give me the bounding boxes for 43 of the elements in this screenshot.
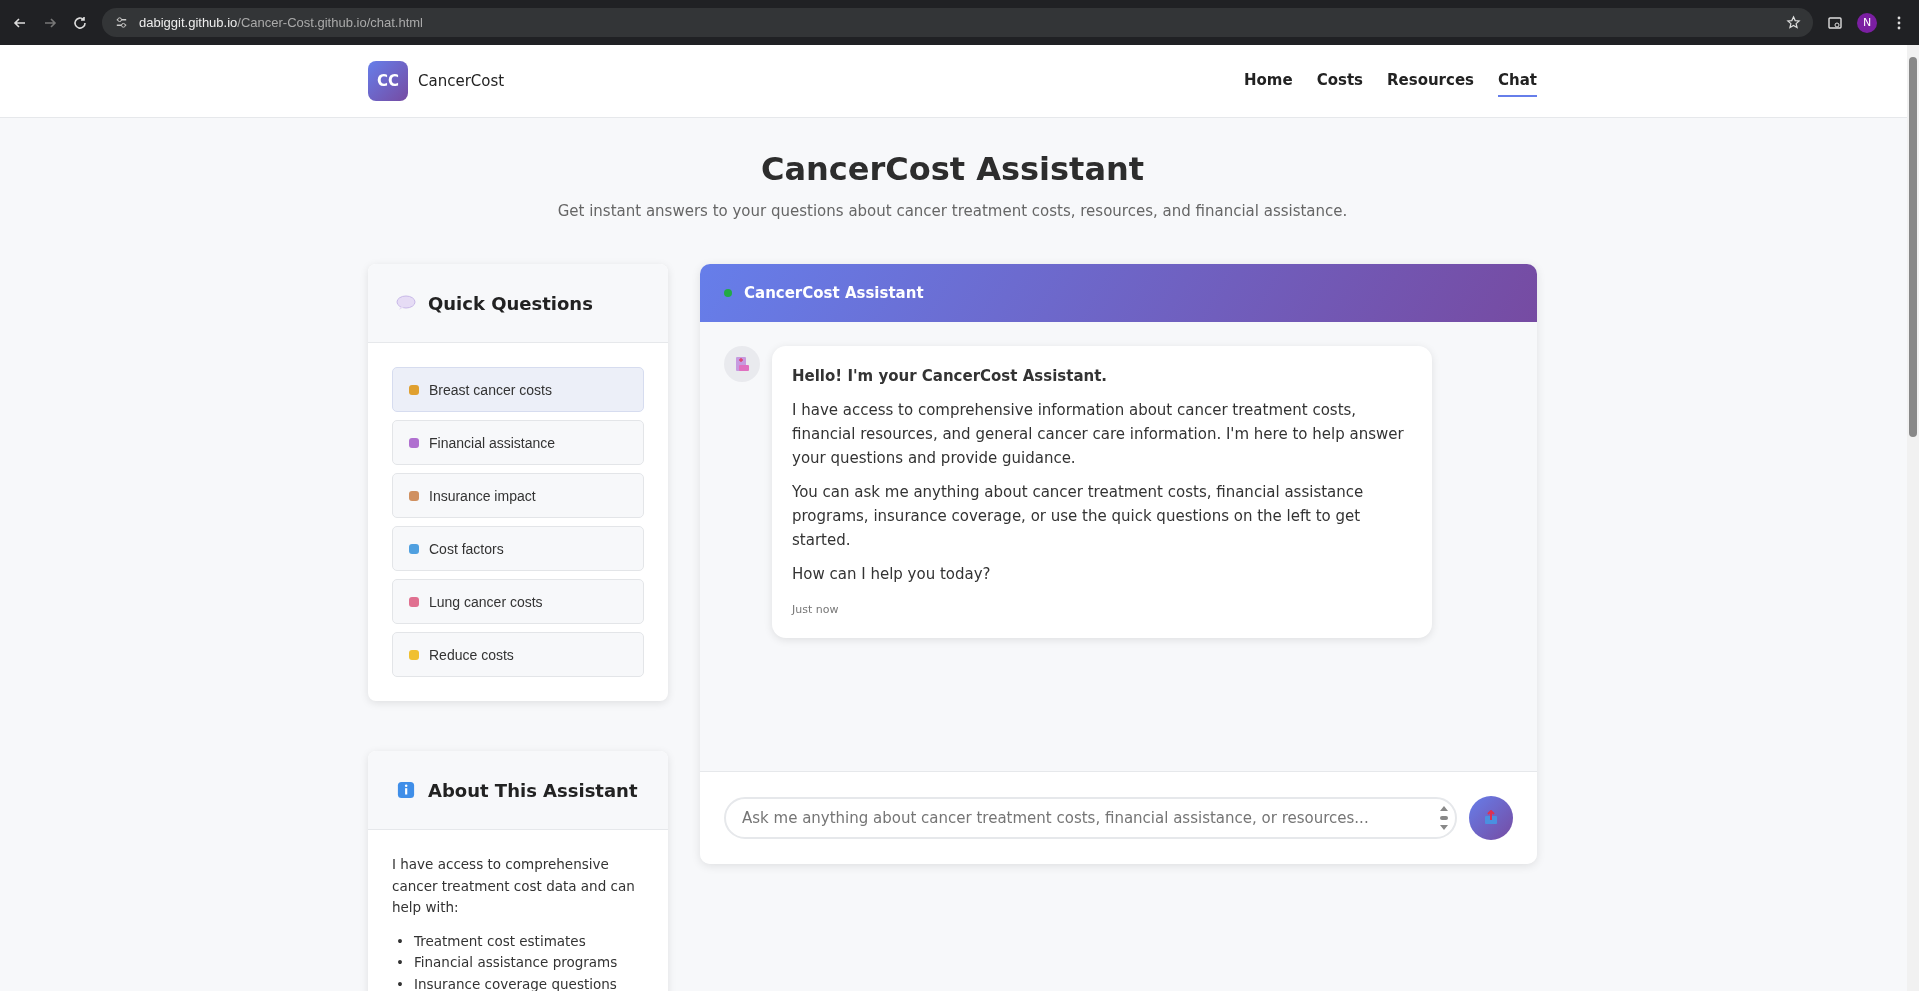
bullet-text: Treatment cost estimates (413, 931, 586, 951)
scrollbar[interactable] (1907, 45, 1919, 991)
card-title: Quick Questions (428, 292, 593, 314)
message-time: Just now (792, 603, 839, 616)
quick-question-button[interactable]: Cost factors (392, 526, 644, 571)
quick-question-button[interactable]: Lung cancer costs (392, 579, 644, 624)
address-bar[interactable]: dabiggit.github.io/Cancer-Cost.github.io/chat.html (102, 8, 1813, 37)
nav-link[interactable]: Costs (1316, 65, 1363, 97)
message-heading: Hello! I'm your CancerCost Assistant. (792, 366, 1109, 387)
bullet-marker: • (396, 974, 404, 991)
bullet-text: Financial assistance programs (413, 953, 618, 973)
send-button[interactable] (1469, 796, 1513, 840)
about-text: I have access to comprehensive cancer treatment cost data and can help with: (392, 855, 636, 918)
logo-mark[interactable]: CC (368, 61, 408, 101)
message-input[interactable]: Ask me anything about cancer treatment costs, financial assistance, or resources... (724, 797, 1457, 839)
page-title: CancerCost Assistant (759, 150, 1146, 188)
nav-link[interactable]: Resources (1387, 65, 1474, 97)
reload-icon[interactable] (72, 14, 88, 31)
page-subtitle: Get instant answers to your questions about cancer treatment costs, resources, and financial assistance. (556, 202, 1349, 220)
quick-question-button[interactable]: Financial assistance (392, 420, 644, 465)
url-text: dabiggit.github.io/Cancer-Cost.github.io/chat.html (139, 15, 424, 30)
bot-avatar (724, 346, 760, 382)
message-text: I have access to comprehensive information about cancer treatment costs, financial resources, and general cancer care information. I'm here to help answer your questions and provide guidance. (792, 400, 1405, 469)
profile-avatar[interactable]: N (1857, 12, 1877, 33)
chat-title: CancerCost Assistant (744, 284, 924, 302)
message-text: How can I help you today? (792, 564, 992, 585)
brand-name[interactable]: CancerCost (418, 72, 505, 90)
speech-bubble-icon (396, 294, 416, 312)
nav-link[interactable]: Home (1243, 65, 1293, 97)
tab-search-icon[interactable] (1827, 14, 1843, 31)
quick-question-button[interactable]: Reduce costs (392, 632, 644, 677)
bullet-marker: • (396, 953, 404, 973)
bullet-marker: • (396, 931, 404, 951)
nav-link[interactable]: Chat (1498, 65, 1537, 97)
quick-question-button[interactable]: Breast cancer costs (392, 367, 644, 412)
card-title: About This Assistant (428, 779, 638, 801)
quick-question-button[interactable]: Insurance impact (392, 473, 644, 518)
bullet-text: Insurance coverage questions (413, 974, 617, 991)
message-text: You can ask me anything about cancer treatment costs, financial assistance programs, insurance coverage, or use the quick questions on the left to get started. (792, 482, 1365, 551)
inbox-upload-icon (1483, 810, 1499, 826)
bookmark-star-icon[interactable] (1786, 15, 1801, 30)
info-icon (396, 781, 416, 799)
site-settings-icon[interactable] (114, 15, 129, 30)
